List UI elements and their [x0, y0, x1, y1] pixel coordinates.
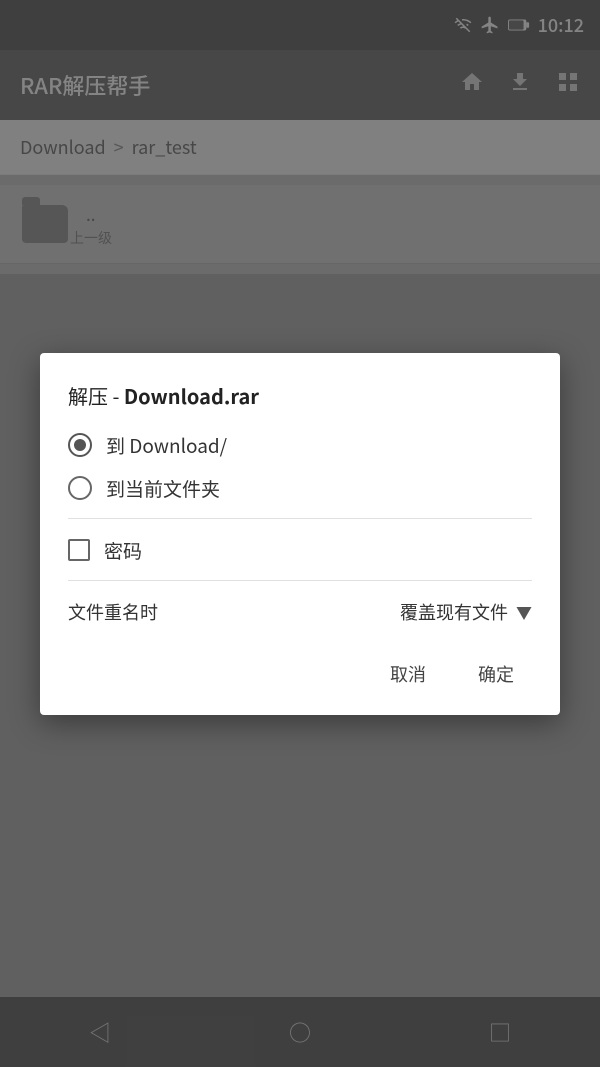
cancel-button[interactable]: 取消: [372, 653, 444, 695]
option-current[interactable]: 到当前文件夹: [68, 475, 532, 502]
dialog-overlay: 解压 - Download.rar 到 Download/ 到当前文件夹 密码 …: [0, 0, 600, 1067]
conflict-row: 文件重名时 覆盖现有文件 ▼: [68, 599, 532, 625]
radio-current[interactable]: [68, 476, 92, 500]
extract-dialog: 解压 - Download.rar 到 Download/ 到当前文件夹 密码 …: [40, 353, 560, 715]
option-password-label: 密码: [104, 537, 142, 564]
radio-inner: [74, 439, 86, 451]
chevron-down-icon: ▼: [516, 600, 532, 624]
confirm-button[interactable]: 确定: [460, 653, 532, 695]
conflict-label: 文件重名时: [68, 599, 158, 625]
option-password[interactable]: 密码: [68, 537, 532, 564]
conflict-value-dropdown[interactable]: 覆盖现有文件 ▼: [400, 599, 532, 625]
option-current-label: 到当前文件夹: [106, 475, 220, 502]
dialog-title: 解压 - Download.rar: [68, 381, 532, 410]
radio-download[interactable]: [68, 433, 92, 457]
dialog-filename: Download.rar: [124, 381, 259, 410]
checkbox-password[interactable]: [68, 539, 90, 561]
dialog-actions: 取消 确定: [68, 649, 532, 695]
option-download[interactable]: 到 Download/: [68, 432, 532, 459]
divider2: [68, 580, 532, 581]
conflict-value: 覆盖现有文件: [400, 599, 508, 625]
divider1: [68, 518, 532, 519]
option-download-label: 到 Download/: [106, 432, 227, 459]
